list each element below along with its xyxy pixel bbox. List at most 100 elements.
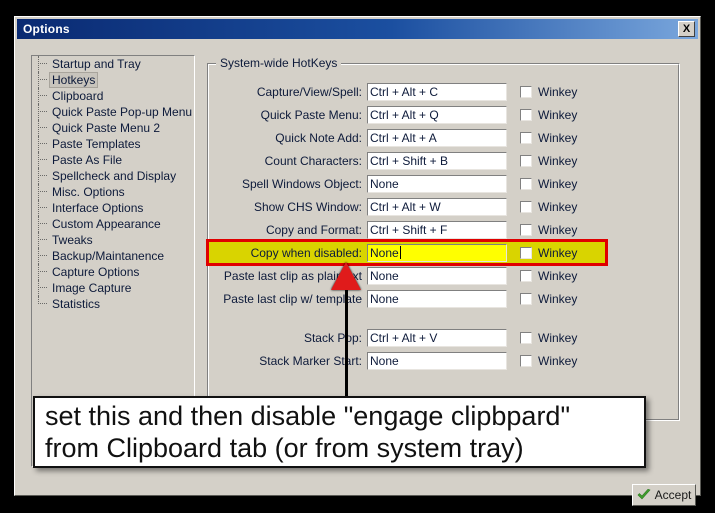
winkey-checkbox-label: Winkey bbox=[538, 330, 578, 345]
hotkey-row: Paste last clip as plaintext None Winkey bbox=[208, 264, 679, 287]
winkey-checkbox-label: Winkey bbox=[538, 353, 578, 368]
sidebar-item-label: Custom Appearance bbox=[52, 217, 161, 231]
hotkey-input[interactable]: None bbox=[367, 266, 507, 285]
hotkey-input[interactable]: None bbox=[367, 289, 507, 308]
sidebar-item-tweaks[interactable]: Tweaks bbox=[32, 232, 194, 248]
sidebar-item-paste-templates[interactable]: Paste Templates bbox=[32, 136, 194, 152]
hotkey-input[interactable]: Ctrl + Alt + V bbox=[367, 328, 507, 347]
sidebar-item-capture-options[interactable]: Capture Options bbox=[32, 264, 194, 280]
hotkey-input[interactable]: Ctrl + Shift + B bbox=[367, 151, 507, 170]
hotkey-row: Capture/View/Spell: Ctrl + Alt + C Winkey bbox=[208, 80, 679, 103]
sidebar-item-backup-maintanence[interactable]: Backup/Maintanence bbox=[32, 248, 194, 264]
hotkey-input-value: Ctrl + Alt + V bbox=[370, 330, 438, 345]
hotkey-input-value: Ctrl + Alt + Q bbox=[370, 107, 439, 122]
sidebar-item-misc-options[interactable]: Misc. Options bbox=[32, 184, 194, 200]
winkey-checkbox-group: Winkey bbox=[520, 131, 577, 145]
hotkey-row-label: Show CHS Window: bbox=[253, 199, 362, 214]
sidebar-item-statistics[interactable]: Statistics bbox=[32, 296, 194, 312]
sidebar-item-interface-options[interactable]: Interface Options bbox=[32, 200, 194, 216]
hotkey-row: Copy when disabled: None Winkey bbox=[206, 239, 608, 266]
winkey-checkbox[interactable] bbox=[520, 269, 532, 282]
hotkey-input[interactable]: None bbox=[367, 351, 507, 370]
hotkey-input[interactable]: Ctrl + Alt + W bbox=[367, 197, 507, 216]
accept-button[interactable]: Accept bbox=[632, 484, 696, 506]
winkey-checkbox[interactable] bbox=[520, 131, 532, 144]
winkey-checkbox-label: Winkey bbox=[538, 130, 578, 145]
sidebar-item-label: Startup and Tray bbox=[52, 57, 141, 71]
hotkey-row-spacer bbox=[208, 310, 679, 326]
sidebar-item-paste-as-file[interactable]: Paste As File bbox=[32, 152, 194, 168]
hotkey-row: Count Characters: Ctrl + Shift + B Winkey bbox=[208, 149, 679, 172]
title-bar[interactable]: Options X bbox=[17, 19, 698, 39]
winkey-checkbox[interactable] bbox=[520, 154, 532, 167]
hotkey-input[interactable]: None bbox=[367, 243, 507, 262]
sidebar-item-clipboard[interactable]: Clipboard bbox=[32, 88, 194, 104]
close-icon[interactable]: X bbox=[678, 21, 695, 37]
accept-button-label: Accept bbox=[654, 488, 692, 502]
winkey-checkbox[interactable] bbox=[520, 354, 532, 367]
winkey-checkbox-label: Winkey bbox=[538, 199, 578, 214]
winkey-checkbox[interactable] bbox=[520, 177, 532, 190]
hotkey-row-label: Quick Note Add: bbox=[275, 130, 362, 145]
sidebar-item-image-capture[interactable]: Image Capture bbox=[32, 280, 194, 296]
winkey-checkbox-label: Winkey bbox=[538, 245, 578, 260]
winkey-checkbox[interactable] bbox=[520, 246, 532, 259]
hotkey-input-value: Ctrl + Alt + A bbox=[370, 130, 437, 145]
sidebar-item-custom-appearance[interactable]: Custom Appearance bbox=[32, 216, 194, 232]
text-caret bbox=[399, 246, 401, 259]
sidebar-item-hotkeys[interactable]: Hotkeys bbox=[32, 72, 194, 88]
hotkey-rows: Capture/View/Spell: Ctrl + Alt + C Winkey Q… bbox=[206, 80, 679, 372]
winkey-checkbox[interactable] bbox=[520, 223, 532, 236]
winkey-checkbox[interactable] bbox=[520, 108, 532, 121]
hotkey-row-label: Spell Windows Object: bbox=[241, 176, 362, 191]
winkey-checkbox-group: Winkey bbox=[520, 154, 577, 168]
tree-vline bbox=[38, 72, 39, 88]
winkey-checkbox-group: Winkey bbox=[520, 200, 577, 214]
winkey-checkbox-group: Winkey bbox=[520, 85, 577, 99]
tree-vline bbox=[38, 184, 39, 200]
annotation-arrow-head-icon bbox=[331, 262, 361, 290]
sidebar-item-quick-paste-pop-up-menu[interactable]: Quick Paste Pop-up Menu bbox=[32, 104, 194, 120]
winkey-checkbox[interactable] bbox=[520, 331, 532, 344]
winkey-checkbox[interactable] bbox=[520, 292, 532, 305]
tree-branch-icon bbox=[38, 271, 47, 272]
tree-vline bbox=[38, 200, 39, 216]
tree-branch-icon bbox=[38, 287, 47, 288]
tree-branch-icon bbox=[38, 79, 47, 80]
tree-branch-icon bbox=[38, 207, 47, 208]
sidebar-item-startup-and-tray[interactable]: Startup and Tray bbox=[32, 56, 194, 72]
hotkey-row: Stack Pop: Ctrl + Alt + V Winkey bbox=[208, 326, 679, 349]
hotkey-row-label: Quick Paste Menu: bbox=[260, 107, 362, 122]
hotkey-row: Stack Marker Start: None Winkey bbox=[208, 349, 679, 372]
tree-branch-icon bbox=[38, 95, 47, 96]
system-wide-hotkeys-group: System-wide HotKeys Capture/View/Spell: C… bbox=[206, 56, 680, 421]
hotkey-row: Quick Paste Menu: Ctrl + Alt + Q Winkey bbox=[208, 103, 679, 126]
tree-branch-icon bbox=[38, 239, 47, 240]
hotkey-row-label: Paste last clip w/ template bbox=[223, 291, 362, 306]
hotkey-input[interactable]: Ctrl + Alt + C bbox=[367, 82, 507, 101]
hotkey-input[interactable]: Ctrl + Shift + F bbox=[367, 220, 507, 239]
annotation-line-2: from Clipboard tab (or from system tray) bbox=[45, 433, 524, 463]
hotkey-row: Quick Note Add: Ctrl + Alt + A Winkey bbox=[208, 126, 679, 149]
sidebar-item-spellcheck-and-display[interactable]: Spellcheck and Display bbox=[32, 168, 194, 184]
hotkey-row-label: Stack Marker Start: bbox=[259, 353, 362, 368]
tree-vline bbox=[38, 104, 39, 120]
hotkey-input-value: Ctrl + Shift + B bbox=[370, 153, 449, 168]
tree-branch-icon bbox=[38, 127, 47, 128]
tree-branch-icon bbox=[38, 223, 47, 224]
winkey-checkbox[interactable] bbox=[520, 200, 532, 213]
hotkey-input[interactable]: Ctrl + Alt + A bbox=[367, 128, 507, 147]
hotkey-row-label: Count Characters: bbox=[264, 153, 362, 168]
tree-vline bbox=[38, 264, 39, 280]
tree-vline bbox=[38, 88, 39, 104]
annotation-arrow-stem bbox=[345, 285, 348, 403]
hotkey-input[interactable]: None bbox=[367, 174, 507, 193]
hotkey-row-label: Copy and Format: bbox=[265, 222, 362, 237]
winkey-checkbox-label: Winkey bbox=[538, 84, 578, 99]
hotkey-input-value: None bbox=[370, 291, 399, 306]
winkey-checkbox-label: Winkey bbox=[538, 153, 578, 168]
sidebar-item-quick-paste-menu-2[interactable]: Quick Paste Menu 2 bbox=[32, 120, 194, 136]
tree-vline bbox=[38, 280, 39, 296]
hotkey-input[interactable]: Ctrl + Alt + Q bbox=[367, 105, 507, 124]
winkey-checkbox[interactable] bbox=[520, 85, 532, 98]
